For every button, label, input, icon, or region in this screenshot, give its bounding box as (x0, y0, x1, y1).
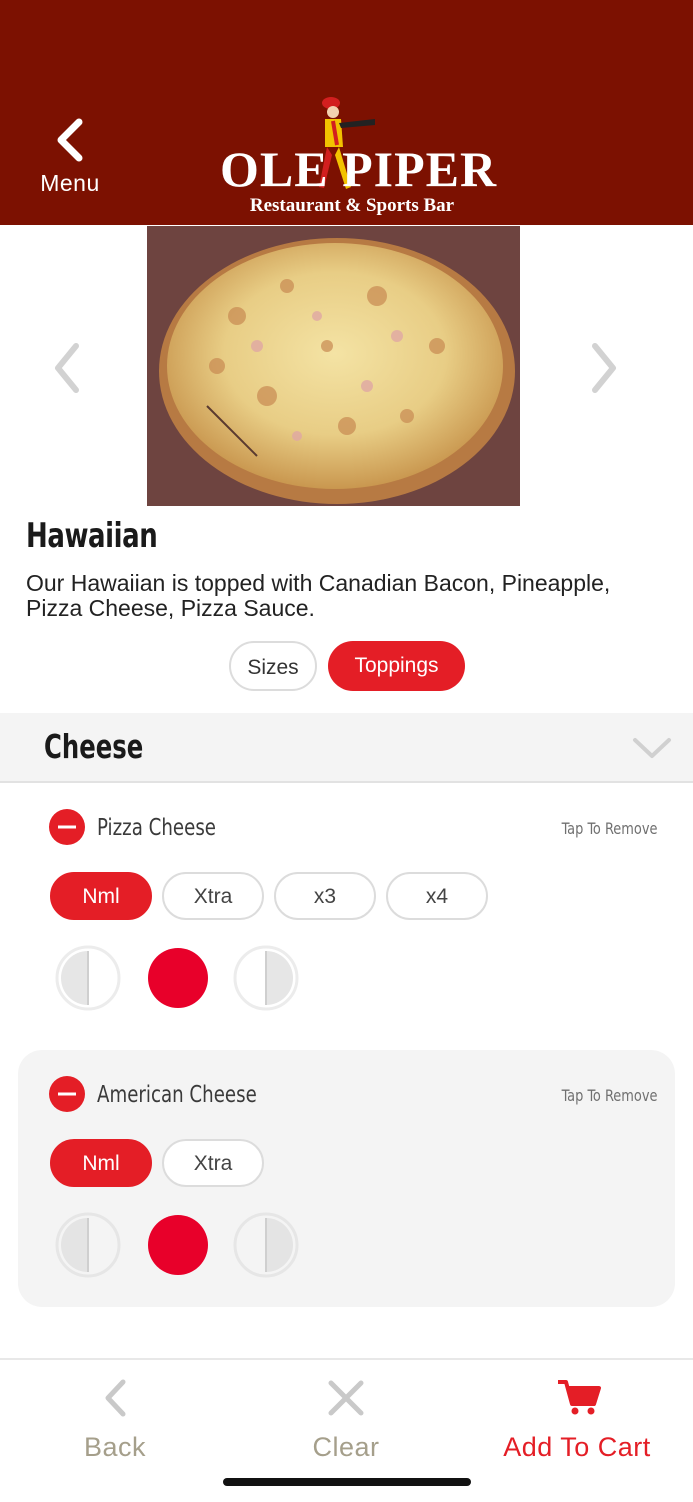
tap-to-remove-label[interactable]: Tap To Remove (561, 1086, 657, 1105)
amount-option[interactable]: x4 (386, 872, 488, 920)
amount-option[interactable]: Nml (50, 1139, 152, 1187)
chevron-down-icon (633, 738, 671, 758)
amount-option[interactable]: Xtra (162, 1139, 264, 1187)
tap-to-remove-label[interactable]: Tap To Remove (561, 819, 657, 838)
left-half-icon[interactable] (55, 945, 121, 1011)
previous-image-button[interactable] (48, 340, 88, 396)
whole-pizza-icon[interactable] (145, 945, 211, 1011)
topping-card: Pizza Cheese Tap To Remove Nml Xtra x3 x… (18, 783, 675, 1040)
right-half-icon[interactable] (233, 1212, 299, 1278)
add-to-cart-label: Add To Cart (503, 1432, 651, 1462)
close-icon (328, 1380, 364, 1416)
home-indicator (223, 1478, 471, 1486)
restaurant-logo: OLE PIPER Restaurant & Sports Bar (220, 95, 498, 220)
item-title: Hawaiian (26, 516, 158, 556)
logo-name: OLE PIPER (220, 141, 498, 197)
amount-option[interactable]: Nml (50, 872, 152, 920)
amount-option[interactable]: Xtra (162, 872, 264, 920)
left-half-icon[interactable] (55, 1212, 121, 1278)
menu-back-label: Menu (40, 170, 100, 196)
next-image-button[interactable] (583, 340, 623, 396)
pizza-image (147, 226, 520, 506)
amount-option[interactable]: x3 (274, 872, 376, 920)
chevron-right-icon (592, 343, 616, 393)
topping-name: Pizza Cheese (97, 815, 217, 841)
minus-circle-icon[interactable] (49, 1076, 85, 1112)
chevron-left-icon (55, 343, 79, 393)
section-header-cheese[interactable]: Cheese (0, 713, 693, 783)
back-button[interactable]: Back (0, 1360, 230, 1480)
chevron-left-icon (105, 1379, 126, 1417)
clear-button[interactable]: Clear (231, 1360, 461, 1480)
item-description: Our Hawaiian is topped with Canadian Bac… (26, 570, 611, 621)
add-to-cart-button[interactable]: Add To Cart (462, 1360, 692, 1480)
tab-toppings[interactable]: Toppings (328, 641, 465, 691)
chevron-left-icon (57, 118, 83, 162)
right-half-icon[interactable] (233, 945, 299, 1011)
topping-card: American Cheese Tap To Remove Nml Xtra (18, 1050, 675, 1307)
section-title: Cheese (44, 727, 144, 766)
clear-label: Clear (312, 1432, 380, 1462)
menu-back-button[interactable]: Menu (30, 118, 110, 210)
logo-tagline: Restaurant & Sports Bar (249, 195, 455, 216)
back-label: Back (83, 1432, 147, 1462)
minus-circle-icon[interactable] (49, 809, 85, 845)
app-header: Menu OLE PIPER Restaurant & Sports Bar (0, 0, 693, 225)
tab-sizes[interactable]: Sizes (229, 641, 317, 691)
cart-icon (558, 1380, 601, 1415)
whole-pizza-icon[interactable] (145, 1212, 211, 1278)
item-photo (147, 226, 520, 506)
topping-name: American Cheese (97, 1082, 257, 1108)
